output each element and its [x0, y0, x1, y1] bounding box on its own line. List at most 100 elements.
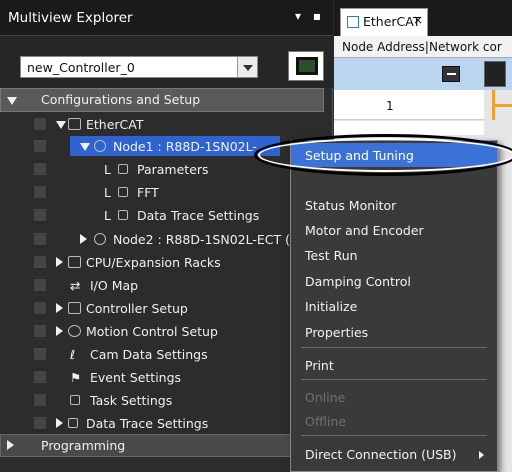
expand-arrow-icon[interactable] [56, 303, 63, 313]
tree-item-cam-data[interactable]: ℓ Cam Data Settings [0, 343, 333, 366]
tree-item-task-settings[interactable]: Task Settings [0, 389, 333, 412]
tree-item-data-trace[interactable]: Data Trace Settings [0, 412, 333, 435]
tree-item-label: Event Settings [90, 370, 182, 385]
expand-arrow-icon[interactable] [56, 121, 66, 129]
expand-arrow-icon[interactable] [80, 143, 90, 151]
menu-item-status-monitor[interactable]: Status Monitor [291, 193, 497, 217]
checkbox[interactable] [34, 233, 46, 245]
section-programming[interactable]: Programming [0, 434, 324, 457]
menu-separator [301, 347, 487, 348]
checkbox[interactable] [34, 209, 46, 221]
fft-icon [118, 187, 128, 197]
tree-item-label: CPU/Expansion Racks [86, 255, 221, 270]
checkbox[interactable] [34, 279, 46, 291]
tree-item-motion-control[interactable]: Motion Control Setup [0, 320, 333, 343]
expand-arrow-icon[interactable] [56, 326, 63, 336]
expand-arrow-icon[interactable] [80, 234, 87, 244]
callout-ellipse-inner [258, 138, 512, 172]
servo-node-icon [94, 233, 106, 245]
checkbox[interactable] [34, 325, 46, 337]
tree-item-label: Controller Setup [86, 301, 188, 316]
task-icon [70, 395, 80, 405]
checkbox[interactable] [34, 348, 46, 360]
gear-icon [68, 325, 81, 337]
collapse-button[interactable] [442, 66, 460, 82]
editor-tab-strip: EtherCAT × [334, 0, 512, 36]
tree-item-label: Node1 : R88D-1SN02L- [113, 139, 257, 154]
checkbox[interactable] [34, 186, 46, 198]
tree-item-cpu-racks[interactable]: CPU/Expansion Racks [0, 251, 333, 274]
data-trace-icon [68, 418, 78, 428]
menu-separator [301, 435, 487, 436]
editor-column-header: Node Address|Network cor [334, 36, 512, 58]
checkbox[interactable] [34, 256, 46, 268]
tree-item-ethercat[interactable]: EtherCAT [0, 113, 333, 136]
controller-icon[interactable] [288, 51, 324, 81]
menu-separator [301, 379, 487, 380]
menu-item-print[interactable]: Print [291, 353, 497, 377]
multiview-explorer-panel: Multiview Explorer ▾ ▪ new_Controller_0 … [0, 0, 333, 472]
checkbox[interactable] [34, 371, 46, 383]
expand-arrow-icon[interactable] [56, 257, 63, 267]
controller-select[interactable]: new_Controller_0 [20, 56, 258, 78]
menu-item-test-run[interactable]: Test Run [291, 243, 497, 267]
device-thumbnail[interactable] [484, 61, 506, 87]
section-configurations[interactable]: Configurations and Setup [0, 88, 324, 112]
chevron-down-icon[interactable] [237, 57, 257, 77]
checkbox[interactable] [34, 394, 46, 406]
tree-item-fft[interactable]: L FFT [0, 181, 333, 204]
cam-icon: ℓ [70, 347, 76, 362]
menu-item-initialize[interactable]: Initialize [291, 294, 497, 318]
controller-setup-icon [68, 302, 81, 314]
tree-item-label: EtherCAT [86, 117, 144, 132]
io-map-icon: ⇄ [70, 278, 81, 293]
node-address-cell[interactable] [334, 121, 484, 135]
tree-item-label: Cam Data Settings [90, 347, 208, 362]
tree-item-label: Task Settings [90, 393, 173, 408]
tree-item-label: Motion Control Setup [86, 324, 218, 339]
servo-node-icon [94, 140, 106, 152]
menu-item-motor-and-encoder[interactable]: Motor and Encoder [291, 218, 497, 242]
tree-item-io-map[interactable]: ⇄ I/O Map [0, 274, 333, 297]
context-menu: Setup and Tuning Status Monitor Motor an… [290, 140, 498, 472]
pin-icon[interactable]: ▾ ▪ [295, 9, 325, 23]
tree-item-node2[interactable]: Node2 : R88D-1SN02L-ECT ( [0, 228, 333, 251]
tree-item-event-settings[interactable]: ⚑ Event Settings [0, 366, 333, 389]
section-programming-label: Programming [41, 438, 126, 453]
controller-row: new_Controller_0 [0, 36, 333, 88]
ethercat-icon [68, 118, 81, 130]
parameters-icon [118, 164, 128, 174]
data-trace-icon [118, 210, 128, 220]
tree-item-label: Parameters [137, 162, 209, 177]
tree-item-data-trace-child[interactable]: L Data Trace Settings [0, 204, 333, 227]
tree-item-label: Data Trace Settings [137, 208, 260, 223]
tree-item-label: FFT [137, 185, 159, 200]
tree-connector-icon: L [104, 162, 111, 177]
node-address-cell[interactable]: 1 [334, 90, 484, 120]
checkbox[interactable] [34, 118, 46, 130]
menu-item-damping-control[interactable]: Damping Control [291, 269, 497, 293]
expand-arrow-icon[interactable] [56, 418, 63, 428]
explorer-title: Multiview Explorer [8, 10, 133, 26]
menu-item-direct-connection-usb[interactable]: Direct Connection (USB) [291, 442, 497, 466]
checkbox[interactable] [34, 163, 46, 175]
expand-arrow-icon[interactable] [7, 440, 14, 450]
menu-item-properties[interactable]: Properties [291, 320, 497, 344]
checkbox[interactable] [34, 417, 46, 429]
tree-connector-icon: L [104, 185, 111, 200]
menu-item-offline: Offline [305, 414, 347, 429]
checkbox[interactable] [34, 302, 46, 314]
ethercat-icon [347, 16, 359, 28]
controller-select-value: new_Controller_0 [27, 60, 135, 75]
submenu-arrow-icon [479, 451, 484, 459]
rack-icon [68, 256, 81, 268]
expand-arrow-icon[interactable] [7, 97, 17, 105]
tree-item-label: Data Trace Settings [86, 416, 209, 431]
tab-ethercat[interactable]: EtherCAT × [340, 8, 428, 36]
close-icon[interactable]: × [413, 13, 423, 27]
tree-item-controller-setup[interactable]: Controller Setup [0, 297, 333, 320]
section-configurations-label: Configurations and Setup [41, 92, 201, 107]
explorer-header: Multiview Explorer ▾ ▪ [0, 0, 333, 36]
checkbox[interactable] [34, 140, 46, 152]
menu-item-online: Online [305, 390, 346, 405]
